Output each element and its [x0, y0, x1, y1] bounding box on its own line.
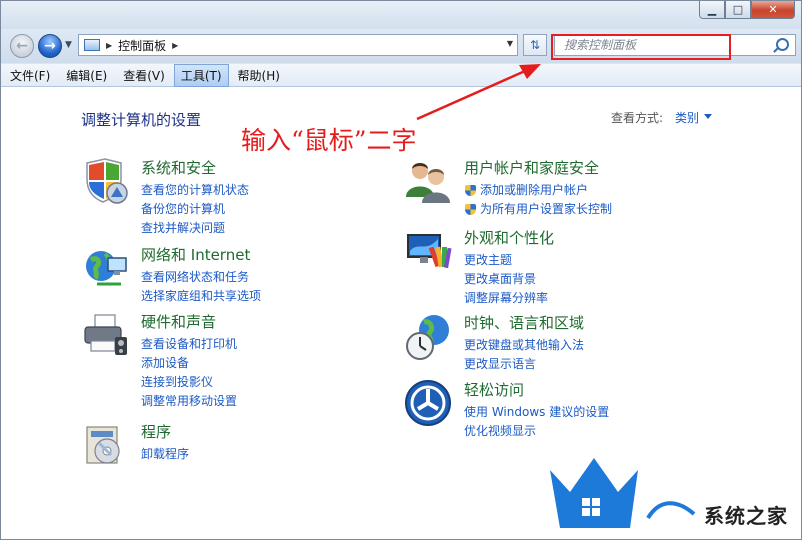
category-title-ease[interactable]: 轻松访问	[464, 379, 524, 400]
menu-edit[interactable]: 编辑(E)	[59, 64, 114, 87]
category-title-system[interactable]: 系统和安全	[141, 157, 216, 178]
link-uninstall-program[interactable]: 卸载程序	[141, 445, 189, 464]
clock-globe-icon	[406, 315, 449, 360]
printer-icon	[84, 314, 127, 355]
menu-tools[interactable]: 工具(T)	[173, 63, 229, 87]
link-recommended-settings[interactable]: 使用 Windows 建议的设置	[464, 403, 609, 422]
maximize-button[interactable]: □	[725, 1, 751, 19]
refresh-button[interactable]: ⇅	[523, 34, 547, 56]
category-title-network[interactable]: 网络和 Internet	[141, 244, 250, 265]
users-icon	[406, 163, 450, 203]
link-network-status[interactable]: 查看网络状态和任务	[141, 268, 261, 287]
category-title-clock[interactable]: 时钟、语言和区域	[464, 312, 584, 333]
close-button[interactable]: ✕	[751, 1, 795, 19]
category-links: 更改键盘或其他输入法 更改显示语言	[464, 336, 584, 374]
menu-bar: 文件(F) 编辑(E) 查看(V) 工具(T) 帮助(H)	[1, 63, 801, 87]
link-backup-computer[interactable]: 备份您的计算机	[141, 200, 249, 219]
link-parental-controls[interactable]: 为所有用户设置家长控制	[464, 200, 612, 219]
link-screen-resolution[interactable]: 调整屏幕分辨率	[464, 289, 548, 308]
link-homegroup-sharing[interactable]: 选择家庭组和共享选项	[141, 287, 261, 306]
annotation-text: 输入“鼠标”二字	[241, 126, 417, 155]
link-devices-printers[interactable]: 查看设备和打印机	[141, 335, 237, 354]
view-by-chevron-icon[interactable]	[704, 114, 712, 119]
link-change-input-method[interactable]: 更改键盘或其他输入法	[464, 336, 584, 355]
arrow-right-icon: →	[44, 38, 56, 54]
menu-help[interactable]: 帮助(H)	[231, 64, 287, 87]
window-controls: ▁ □ ✕	[699, 1, 795, 19]
arrow-left-icon: ←	[16, 38, 28, 54]
search-box[interactable]	[554, 34, 796, 56]
category-links: 查看您的计算机状态 备份您的计算机 查找并解决问题	[141, 181, 249, 238]
chevron-down-icon: ▼	[65, 40, 72, 50]
category-links: 查看设备和打印机 添加设备 连接到投影仪 调整常用移动设置	[141, 335, 237, 411]
menu-file[interactable]: 文件(F)	[3, 64, 57, 87]
view-by-dropdown[interactable]: 类别	[675, 109, 699, 126]
category-links: 卸载程序	[141, 445, 189, 464]
search-icon[interactable]	[776, 38, 789, 51]
menu-view[interactable]: 查看(V)	[116, 64, 172, 87]
control-panel-window: ▁ □ ✕ ← → ▼ ▶ 控制面板 ▶ ▼ ⇅ 文件(F)	[0, 0, 802, 540]
link-view-computer-status[interactable]: 查看您的计算机状态	[141, 181, 249, 200]
view-by-label: 查看方式:	[611, 111, 664, 125]
category-title-appearance[interactable]: 外观和个性化	[464, 227, 554, 248]
display-icon	[407, 234, 452, 269]
network-globe-icon	[86, 251, 127, 286]
forward-button[interactable]: →	[38, 34, 62, 58]
shield-icon	[86, 158, 128, 204]
minimize-button[interactable]: ▁	[699, 1, 725, 19]
category-title-hardware[interactable]: 硬件和声音	[141, 311, 216, 332]
refresh-icon: ⇅	[529, 38, 541, 52]
content-area: 调整计算机的设置 查看方式: 类别 输入“鼠标”二字 系统和安全 查看您的计算机…	[1, 87, 801, 539]
category-links: 查看网络状态和任务 选择家庭组和共享选项	[141, 268, 261, 306]
link-change-display-language[interactable]: 更改显示语言	[464, 355, 584, 374]
address-bar[interactable]: ▶ 控制面板 ▶ ▼	[78, 34, 518, 56]
navigation-bar: ← → ▼ ▶ 控制面板 ▶ ▼ ⇅	[1, 29, 801, 63]
address-history-dropdown[interactable]: ▼	[507, 39, 513, 48]
back-button[interactable]: ←	[10, 34, 34, 58]
category-links: 添加或删除用户帐户 为所有用户设置家长控制	[464, 181, 612, 219]
category-title-programs[interactable]: 程序	[141, 421, 171, 442]
link-connect-projector[interactable]: 连接到投影仪	[141, 373, 237, 392]
control-panel-icon	[84, 39, 100, 51]
link-troubleshoot[interactable]: 查找并解决问题	[141, 219, 249, 238]
breadcrumb-separator-icon[interactable]: ▶	[106, 41, 112, 50]
breadcrumb-control-panel[interactable]: 控制面板	[118, 37, 166, 54]
search-input[interactable]	[564, 37, 764, 53]
link-change-background[interactable]: 更改桌面背景	[464, 270, 548, 289]
link-change-theme[interactable]: 更改主题	[464, 251, 548, 270]
breadcrumb-separator-icon[interactable]: ▶	[172, 41, 178, 50]
link-add-remove-users[interactable]: 添加或删除用户帐户	[464, 181, 612, 200]
link-mobility-settings[interactable]: 调整常用移动设置	[141, 392, 237, 411]
category-links: 使用 Windows 建议的设置 优化视频显示	[464, 403, 609, 441]
title-bar: ▁ □ ✕	[1, 1, 801, 29]
watermark-text: 系统之家	[704, 504, 788, 528]
link-add-device[interactable]: 添加设备	[141, 354, 237, 373]
ease-of-access-icon	[405, 380, 451, 426]
recent-pages-dropdown[interactable]: ▼	[65, 40, 72, 50]
programs-icon	[86, 426, 120, 464]
category-links: 更改主题 更改桌面背景 调整屏幕分辨率	[464, 251, 548, 308]
category-title-users[interactable]: 用户帐户和家庭安全	[464, 157, 599, 178]
page-title: 调整计算机的设置	[81, 111, 202, 129]
link-optimize-display[interactable]: 优化视频显示	[464, 422, 609, 441]
